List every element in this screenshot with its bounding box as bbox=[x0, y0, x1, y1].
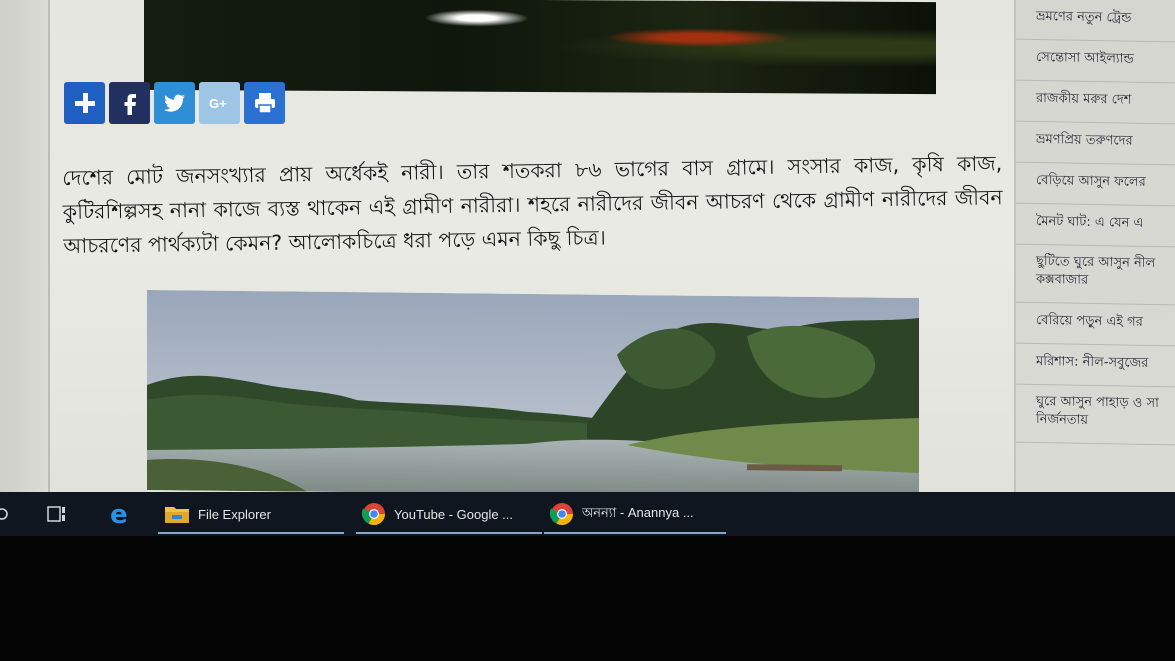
running-indicator bbox=[544, 532, 726, 534]
search-icon[interactable] bbox=[0, 500, 12, 528]
edge-browser-icon[interactable]: e bbox=[108, 500, 136, 528]
chrome-icon bbox=[550, 503, 573, 525]
monitor-bezel bbox=[0, 536, 1175, 661]
taskbar-app-file-explorer[interactable]: File Explorer bbox=[158, 492, 344, 536]
task-view-icon[interactable] bbox=[46, 500, 68, 528]
sidebar-item[interactable]: মৈনট ঘাট: এ যেন এ bbox=[1016, 203, 1175, 248]
monitor-screen: G+ দেশের মোট জনসংখ্যার প্রায় অর্ধেকই না… bbox=[0, 0, 1175, 540]
sidebar-item[interactable]: রাজকীয় মরুর দেশ bbox=[1016, 80, 1175, 125]
left-gutter bbox=[0, 0, 48, 492]
google-plus-icon[interactable]: G+ bbox=[199, 82, 240, 124]
river-village-photo bbox=[147, 289, 919, 499]
sidebar-item[interactable]: সেন্তোসা আইল্যান্ড bbox=[1016, 39, 1175, 84]
sidebar-item[interactable]: মরিশাস: নীল-সবুজের bbox=[1016, 343, 1175, 388]
share-plus-icon[interactable] bbox=[64, 82, 105, 124]
sidebar-item[interactable]: ঘুরে আসুন পাহাড় ও সা নির্জনতায় bbox=[1016, 384, 1175, 446]
related-articles-sidebar: ভ্রমণের নতুন ট্রেন্ড সেন্তোসা আইল্যান্ড … bbox=[1016, 0, 1175, 492]
facebook-icon[interactable] bbox=[109, 82, 150, 124]
top-article-photo bbox=[144, 0, 936, 95]
twitter-icon[interactable] bbox=[154, 82, 195, 124]
taskbar-app-label: YouTube - Google ... bbox=[394, 506, 514, 522]
folder-icon bbox=[165, 507, 189, 523]
article-paragraph: দেশের মোট জনসংখ্যার প্রায় অর্ধেকই নারী।… bbox=[62, 150, 1003, 258]
sidebar-item[interactable]: বেরিয়ে পড়ুন এই গর bbox=[1016, 302, 1175, 347]
print-icon[interactable] bbox=[244, 82, 285, 124]
running-indicator bbox=[356, 532, 542, 534]
taskbar-app-label: File Explorer bbox=[198, 506, 271, 522]
chrome-icon bbox=[362, 503, 385, 525]
sidebar-item[interactable]: ভ্রমণের নতুন ট্রেন্ড bbox=[1016, 0, 1175, 43]
sidebar-item[interactable]: ভ্রমণপ্রিয় তরুণদের bbox=[1016, 121, 1175, 166]
svg-text:e: e bbox=[110, 500, 128, 528]
svg-text:G+: G+ bbox=[209, 96, 227, 111]
taskbar-app-anannya-chrome[interactable]: অনন্যা - Anannya ... bbox=[544, 492, 726, 536]
sidebar-item[interactable]: ছুটিতে ঘুরে আসুন নীল কক্সবাজার bbox=[1016, 244, 1175, 306]
share-buttons: G+ bbox=[64, 82, 285, 124]
running-indicator bbox=[158, 532, 344, 534]
windows-taskbar: e File Explorer YouTube - Google ... অনন… bbox=[0, 492, 1175, 536]
taskbar-app-youtube-chrome[interactable]: YouTube - Google ... bbox=[356, 492, 542, 536]
sidebar-item[interactable]: বেড়িয়ে আসুন ফলের bbox=[1016, 162, 1175, 207]
taskbar-app-label: অনন্যা - Anannya ... bbox=[582, 504, 694, 520]
